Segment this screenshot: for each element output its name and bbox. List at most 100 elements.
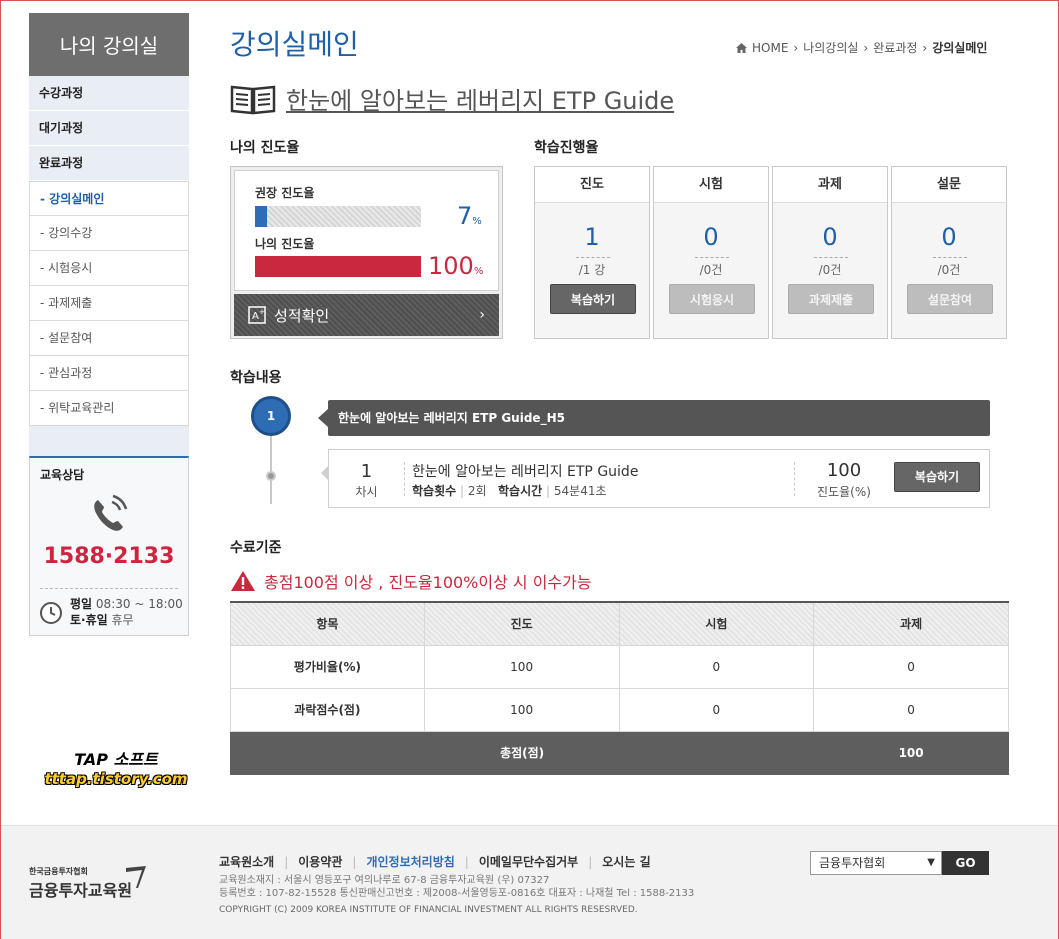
watermark: TAP 소프트 tttap.tistory.com — [41, 746, 191, 788]
recommended-label: 권장 진도율 — [255, 186, 315, 200]
sidebar-sub-lecture[interactable]: - 강의수강 — [29, 216, 189, 251]
my-progress-box: 권장 진도율 7% 나의 진도율 100% A + 성적확인 › — [230, 166, 503, 339]
col-header: 과제 — [813, 601, 1009, 646]
session-label: 차시 — [355, 485, 378, 499]
mine-percent: 100% — [428, 252, 483, 280]
table-cell: 100 — [423, 687, 620, 732]
footer-link-terms[interactable]: 이용약관 — [298, 853, 342, 870]
total-row: 총점(점) 100 — [229, 730, 1009, 775]
recommended-unit: % — [472, 216, 482, 227]
time-value: 54분41초 — [553, 484, 607, 498]
mine-bar — [255, 256, 421, 277]
submit-assignment-button[interactable]: 과제제출 — [788, 284, 874, 314]
rate-col-total: /0건 — [818, 263, 842, 277]
sidebar-sub-survey[interactable]: - 설문참여 — [29, 321, 189, 356]
divider — [404, 462, 405, 496]
take-exam-button[interactable]: 시험응시 — [669, 284, 755, 314]
my-progress-heading: 나의 진도율 — [230, 140, 300, 156]
sidebar-item-waiting[interactable]: 대기과정 — [29, 111, 189, 146]
watermark-line1: TAP 소프트 — [74, 750, 158, 769]
weekend-label: 토·휴일 — [70, 613, 108, 627]
recommended-value: 7 — [457, 202, 473, 230]
sidebar-menu: 수강과정 대기과정 완료과정 - 강의실메인 - 강의수강 - 시험응시 - 과… — [29, 76, 189, 426]
consult-box: 교육상담 1588·2133 평일 08:30 ~ 18:00 토·휴일 휴무 — [29, 456, 189, 636]
time-label: 학습시간 — [498, 484, 543, 498]
criteria-table: 항목 진도 시험 과제 평가비율(%) 100 0 0 과락점수(점) 100 … — [229, 601, 1009, 775]
col-header: 진도 — [423, 601, 620, 646]
footer-link-about[interactable]: 교육원소개 — [219, 853, 274, 870]
table-row: 평가비율(%) 100 0 0 — [230, 644, 1009, 689]
rate-col-divider — [576, 257, 610, 258]
total-value: 100 — [813, 730, 1009, 775]
warning-icon — [231, 571, 255, 591]
rate-col-label: 시험 — [654, 167, 768, 203]
logo-mark-icon — [126, 866, 146, 888]
sidebar-sub-classroom-main[interactable]: - 강의실메인 — [29, 181, 189, 216]
timeline-step: 1 — [251, 396, 291, 436]
weekend-hours: 휴무 — [111, 613, 134, 627]
col-header: 항목 — [230, 601, 425, 646]
sidebar-item-enrolled[interactable]: 수강과정 — [29, 76, 189, 111]
consult-divider — [40, 588, 178, 589]
total-label: 총점(점) — [229, 730, 815, 775]
content-heading: 학습내용 — [230, 370, 282, 386]
rate-col-value: 0 — [941, 223, 957, 251]
lesson-progress-label: 진도율(%) — [817, 485, 871, 499]
weekday-label: 평일 — [70, 597, 93, 611]
mine-label: 나의 진도율 — [255, 237, 315, 251]
sidebar-sub-interest[interactable]: - 관심과정 — [29, 356, 189, 391]
lesson-review-button[interactable]: 복습하기 — [894, 462, 980, 492]
breadcrumb: HOME › 나의강의실 › 완료과정 › 강의실메인 — [736, 39, 987, 56]
footer-address: 교육원소재지 : 서울시 영등포구 여의나루로 67-8 금융투자교육원 (우)… — [219, 875, 550, 886]
lesson-row: 1 차시 한눈에 알아보는 레버리지 ETP Guide 학습횟수 | 2회 학… — [321, 449, 990, 508]
rate-col-exam: 시험 0 /0건 시험응시 — [653, 166, 769, 339]
sidebar-item-completed[interactable]: 완료과정 — [29, 146, 189, 181]
rate-col-survey: 설문 0 /0건 설문참여 — [891, 166, 1007, 339]
breadcrumb-completed[interactable]: 완료과정 — [873, 39, 917, 56]
col-header: 시험 — [618, 601, 815, 646]
rate-col-progress: 진도 1 /1 강 복습하기 — [534, 166, 650, 339]
sidebar-sub-consignment[interactable]: - 위탁교육관리 — [29, 391, 189, 426]
svg-text:+: + — [259, 308, 265, 316]
join-survey-button[interactable]: 설문참여 — [907, 284, 993, 314]
footer-link-email-policy[interactable]: 이메일무단수집거부 — [479, 853, 578, 870]
page-title: 강의실메인 — [230, 28, 359, 61]
weekday-hours: 08:30 ~ 18:00 — [95, 597, 183, 611]
chevron-right-icon: › — [922, 40, 928, 55]
breadcrumb-home[interactable]: HOME — [752, 41, 788, 55]
criteria-heading: 수료기준 — [230, 540, 282, 556]
sidebar-sub-assignment[interactable]: - 과제제출 — [29, 286, 189, 321]
rate-col-value: 0 — [822, 223, 838, 251]
course-title-text: 한눈에 알아보는 레버리지 ETP Guide — [286, 87, 675, 115]
grade-check-label: 성적확인 — [274, 306, 330, 325]
rate-col-label: 설문 — [892, 167, 1006, 203]
rate-col-label: 진도 — [535, 167, 649, 203]
footer-link-privacy[interactable]: 개인정보처리방침 — [366, 853, 454, 870]
rate-col-value: 1 — [584, 223, 600, 251]
rate-col-value: 0 — [703, 223, 719, 251]
table-cell: 평가비율(%) — [230, 644, 425, 689]
count-label: 학습횟수 — [412, 484, 457, 498]
rate-col-total: /0건 — [937, 263, 961, 277]
breadcrumb-classroom[interactable]: 나의강의실 — [803, 39, 858, 56]
review-button[interactable]: 복습하기 — [550, 284, 636, 314]
go-button[interactable]: GO — [942, 851, 989, 875]
footer-logo: 한국금융투자협회 금융투자교육원 — [29, 866, 146, 901]
grade-check-button[interactable]: A + 성적확인 › — [234, 294, 499, 336]
recommended-bar-fill — [255, 206, 267, 227]
phone-icon — [94, 494, 128, 531]
lesson-progress-value: 100 — [826, 460, 862, 481]
table-cell: 0 — [618, 687, 815, 732]
footer-links: 교육원소개 | 이용약관 | 개인정보처리방침 | 이메일무단수집거부 | 오시… — [219, 853, 651, 870]
chevron-right-icon: › — [793, 40, 799, 55]
family-site-value: 금융투자협회 — [819, 856, 886, 870]
watermark-line2: tttap.tistory.com — [44, 770, 188, 788]
module-title: 한눈에 알아보는 레버리지 ETP Guide_H5 — [318, 400, 990, 436]
rate-col-total: /0건 — [699, 263, 723, 277]
progress-bars: 권장 진도율 7% 나의 진도율 100% — [234, 170, 499, 291]
sidebar-sub-exam[interactable]: - 시험응시 — [29, 251, 189, 286]
footer-link-directions[interactable]: 오시는 길 — [602, 853, 650, 870]
home-icon — [736, 42, 747, 53]
criteria-warning-text: 총점100점 이상 , 진도율100%이상 시 이수가능 — [264, 573, 592, 592]
family-site-select[interactable]: 금융투자협회 ▼ — [810, 851, 942, 875]
